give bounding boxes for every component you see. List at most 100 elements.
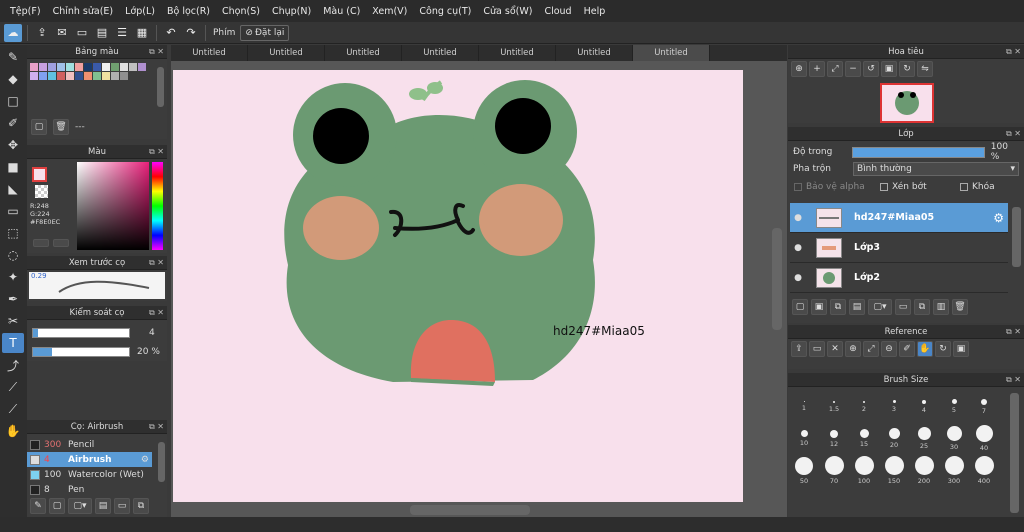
brush-size-cell[interactable]: 300 [939,455,969,486]
menu-file[interactable]: Tệp(F) [4,6,47,17]
tab-untitled[interactable]: Untitled [479,45,556,61]
menu-help[interactable]: Help [578,6,612,17]
palette-swatch[interactable] [120,72,128,80]
foreground-swatch[interactable] [32,167,47,182]
menu-select[interactable]: Chọn(S) [216,6,266,17]
zoom-out-icon[interactable]: ⊖ [881,341,897,357]
tab-untitled[interactable]: Untitled [171,45,248,61]
palette-swatch[interactable] [48,72,56,80]
palette-swatch[interactable] [111,72,119,80]
brush-item[interactable]: 8 Pen [27,482,152,497]
close-icon[interactable]: ✕ [827,341,843,357]
menu-edit[interactable]: Chỉnh sửa(E) [47,6,120,17]
panel-menu-icon[interactable]: ⧉ ✕ [1006,327,1021,337]
brush-size-cell[interactable]: 12 [819,423,849,454]
brush-size-cell[interactable]: 1 [789,391,819,422]
brush-size-cell[interactable]: 15 [849,423,879,454]
palette-swatch[interactable] [57,72,65,80]
panel-menu-icon[interactable]: ⧉ ✕ [149,308,164,318]
share-icon[interactable]: ⇪ [33,24,51,42]
brush-size-cell[interactable]: 100 [849,455,879,486]
palette-swatch[interactable] [84,63,92,71]
layer-opacity-slider[interactable] [852,146,985,158]
hand-tool-icon[interactable]: ✋ [2,421,24,441]
palette-swatch[interactable] [93,72,101,80]
zoom-out-icon[interactable]: − [845,61,861,77]
palette-swatch[interactable] [66,72,74,80]
panel-menu-icon[interactable]: ⧉ ✕ [149,47,164,57]
hue-slider[interactable] [152,162,163,250]
hand-icon[interactable]: ✋ [917,341,933,357]
brush-size-cell[interactable]: 25 [909,423,939,454]
palette-swatch[interactable] [39,63,47,71]
redo-icon[interactable]: ↷ [182,24,200,42]
folder-icon[interactable]: ▭ [895,299,911,315]
magic-wand-icon[interactable]: ✦ [2,267,24,287]
brush-size-cell[interactable]: 5 [939,391,969,422]
brush-icon[interactable]: ✎ [30,498,46,514]
panel-menu-icon[interactable]: ⧉ ✕ [149,258,164,268]
brush-size-cell[interactable]: 70 [819,455,849,486]
settings-doc-icon[interactable]: ▤ [95,498,111,514]
cloud-upload-icon[interactable]: ⇪ [791,341,807,357]
menu-capture[interactable]: Chụp(N) [266,6,317,17]
brush-item[interactable]: 300 Pencil [27,437,152,452]
size-slider[interactable] [32,328,130,338]
open-folder-icon[interactable]: ▭ [809,341,825,357]
tab-untitled[interactable]: Untitled [248,45,325,61]
menu-filter[interactable]: Bộ lọc(R) [161,6,216,17]
layer-row[interactable]: ● hd247#Miaa05 ⚙ [790,203,1008,233]
operation-tool-icon[interactable]: ⤴ [2,355,24,375]
rotate-right-icon[interactable]: ↻ [899,61,915,77]
color-square[interactable] [77,162,149,250]
brush-size-cell[interactable]: 400 [969,455,999,486]
brush-size-cell[interactable]: 40 [969,423,999,454]
chat-icon[interactable]: ▭ [73,24,91,42]
duplicate-icon[interactable]: ⧉ [133,498,149,514]
clipping-checkbox[interactable] [880,183,888,191]
palette-swatch[interactable] [66,63,74,71]
bucket-tool-icon[interactable]: ◣ [2,179,24,199]
reset-view-icon[interactable]: ▣ [881,61,897,77]
navigator-thumbnail[interactable] [880,83,934,123]
add-layer-menu-icon[interactable]: ▢▾ [868,299,892,315]
comment-icon[interactable]: ✉ [53,24,71,42]
grid-icon[interactable]: ▦ [133,24,151,42]
canvas-vscroll[interactable] [772,228,782,330]
zoom-icon[interactable]: ⊕ [791,61,807,77]
palette-swatch[interactable] [75,72,83,80]
brush-size-cell[interactable]: 7 [969,391,999,422]
visibility-icon[interactable]: ● [790,243,806,253]
zoom-in-icon[interactable]: + [809,61,825,77]
tab-untitled-active[interactable]: Untitled [633,45,710,61]
undo-icon[interactable]: ↶ [162,24,180,42]
flatten-icon[interactable]: ▥ [933,299,949,315]
palette-swatch[interactable] [111,63,119,71]
color-picker-icon[interactable] [53,239,69,247]
blend-mode-select[interactable]: Bình thường ▾ [853,162,1019,176]
layer-row[interactable]: ● Lớp2 [790,263,1008,293]
drawing-canvas[interactable]: hd247#Miaa05 [173,70,743,502]
brush-size-cell[interactable]: 3 [879,391,909,422]
canvas-hscroll[interactable] [410,505,530,515]
brush-tool-icon[interactable]: ✎ [2,47,24,67]
brush-size-cell[interactable]: 1.5 [819,391,849,422]
visibility-icon[interactable]: ● [790,213,806,223]
menu-layer[interactable]: Lớp(L) [119,6,161,17]
layers-scrollbar[interactable] [1012,207,1021,267]
rotate-icon[interactable]: ↻ [935,341,951,357]
opacity-slider[interactable] [32,347,130,357]
reset-view-icon[interactable]: ▣ [953,341,969,357]
fit-icon[interactable]: ⤢ [863,341,879,357]
text-tool-icon[interactable]: T [2,333,24,353]
gradient-tool-icon[interactable]: ▭ [2,201,24,221]
brush-size-cell[interactable]: 10 [789,423,819,454]
layer-settings-icon[interactable]: ▤ [849,299,865,315]
brush-alt-icon[interactable]: ✐ [2,113,24,133]
tab-untitled[interactable]: Untitled [402,45,479,61]
divide-tool-icon[interactable]: ⟋ [2,377,24,397]
eyedropper-icon[interactable]: ⟋ [2,399,24,419]
menu-view[interactable]: Xem(V) [366,6,413,17]
palette-swatch[interactable] [84,72,92,80]
menu-color[interactable]: Màu (C) [317,6,366,17]
